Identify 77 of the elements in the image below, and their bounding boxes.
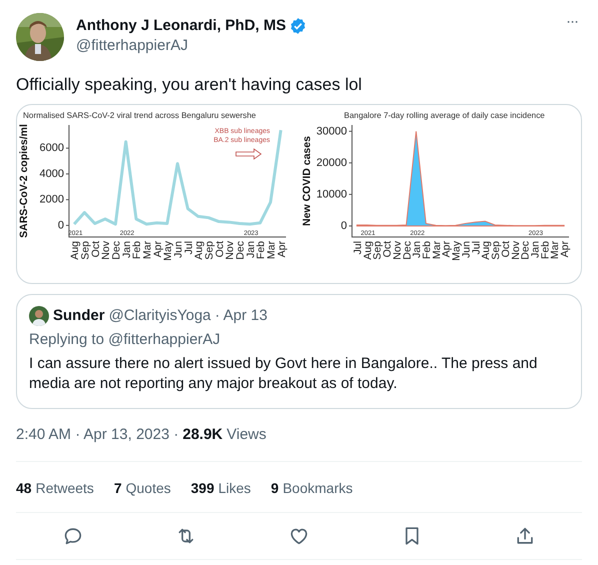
chart-title: Bangalore 7-day rolling average of daily case incidence (344, 111, 545, 120)
tick-label: Oct (214, 241, 226, 258)
tick-label: Jul (352, 241, 364, 254)
author-handle[interactable]: @fitterhappierAJ (76, 36, 308, 56)
tick-label: Aug (193, 241, 206, 260)
tick-label: 30000 (316, 125, 347, 138)
stat-count[interactable]: 7 (114, 478, 122, 498)
stat-label[interactable]: Bookmarks (282, 478, 353, 498)
tick-label: Dec (234, 241, 246, 260)
author-name[interactable]: Anthony J Leonardi, PhD, MS (76, 16, 286, 36)
tick-label: Jan (244, 241, 257, 258)
axis-title: New COVID cases (301, 136, 313, 226)
tick-label: Jul (182, 241, 195, 254)
tick-label: 10000 (316, 188, 347, 200)
tick-label: Sep (80, 241, 92, 260)
tick-label: 4000 (40, 168, 64, 180)
tick-label: Dec (110, 241, 122, 260)
tick-label: Nov (391, 241, 404, 260)
stat-label[interactable]: Likes (218, 478, 251, 498)
tick-label: Feb (131, 241, 144, 260)
tick-label: Jan (411, 241, 424, 258)
tick-label: Apr (276, 241, 288, 258)
tick-label: Feb (539, 241, 552, 260)
tick-label: Sep (490, 241, 502, 260)
stat-label[interactable]: Retweets (36, 478, 94, 498)
tick-label: Jan (529, 241, 542, 258)
tick-label: Dec (520, 241, 532, 260)
tick-label: Apr (152, 241, 164, 258)
tick-label: Jun (172, 241, 184, 258)
tick-label: Mar (549, 241, 562, 260)
tick-label: 20000 (316, 156, 347, 169)
quote-author-handle[interactable]: @ClarityisYoga (108, 306, 211, 326)
tick-label: Mar (430, 241, 443, 260)
axis-title: SARS-CoV-2 copies/ml (18, 124, 30, 238)
tick-label: 0 (340, 220, 347, 232)
tick-label: Apr (559, 241, 572, 258)
timestamp[interactable]: 2:40 AM · Apr 13, 2023 · (16, 425, 179, 445)
tweet-text: Officially speaking, you aren't having cases lol (16, 74, 363, 96)
quote-card[interactable]: Sunder @ClarityisYoga · Apr 13 Replying to @fitterhappierAJ I can assure there no alert issued by Govt here in Bangalore.. The press and media are not reporting any major breakout as of today. (16, 294, 582, 409)
views-label: Views (226, 425, 266, 445)
tick-label: May (162, 241, 174, 261)
arrow-icon (236, 148, 262, 160)
tick-label: 2000 (40, 194, 64, 206)
tick-label: Mar (266, 241, 278, 260)
tick-label: Jul (470, 241, 482, 254)
tick-label: Apr (440, 241, 453, 258)
tick-label: Nov (100, 241, 112, 260)
more-button[interactable]: ··· (566, 14, 578, 30)
tick-label: May (450, 241, 463, 261)
tick-label: Dec (401, 241, 414, 260)
tick-label: Jan (120, 241, 133, 258)
tick-label: Aug (480, 241, 492, 260)
stat-label[interactable]: Quotes (126, 478, 171, 498)
tick-label: Nov (510, 241, 522, 260)
tick-label: Feb (255, 241, 268, 260)
tick-label: 6000 (40, 142, 64, 154)
tick-label: Sep (204, 241, 216, 260)
stat-count[interactable]: 399 (190, 478, 214, 498)
tick-label: Aug (362, 241, 374, 260)
tick-label: 0 (58, 219, 64, 232)
tick-label: Oct (500, 241, 512, 258)
tick-label: Oct (382, 241, 394, 258)
views-count: 28.9K (182, 425, 223, 445)
quote-text: I can assure there no alert issued by Govt here in Bangalore.. The press and media are not reporting any major breakout as of today. (29, 354, 538, 394)
replying-to-text: Replying to @fitterhappierAJ (29, 330, 222, 350)
tick-label: Feb (420, 241, 433, 260)
chart-title: Normalised SARS-CoV-2 viral trend across Bengaluru sewershe (23, 111, 256, 120)
media-card[interactable] (16, 104, 582, 284)
tick-label: Sep (372, 241, 384, 260)
tick-label: Oct (90, 241, 102, 258)
tick-label: Aug (69, 241, 82, 260)
tick-label: Mar (142, 241, 154, 260)
tick-label: Nov (224, 241, 236, 260)
stat-count[interactable]: 48 (16, 478, 32, 498)
quote-date: · Apr 13 (214, 306, 268, 326)
stat-count[interactable]: 9 (270, 478, 279, 498)
quote-author-name[interactable]: Sunder (53, 306, 105, 326)
